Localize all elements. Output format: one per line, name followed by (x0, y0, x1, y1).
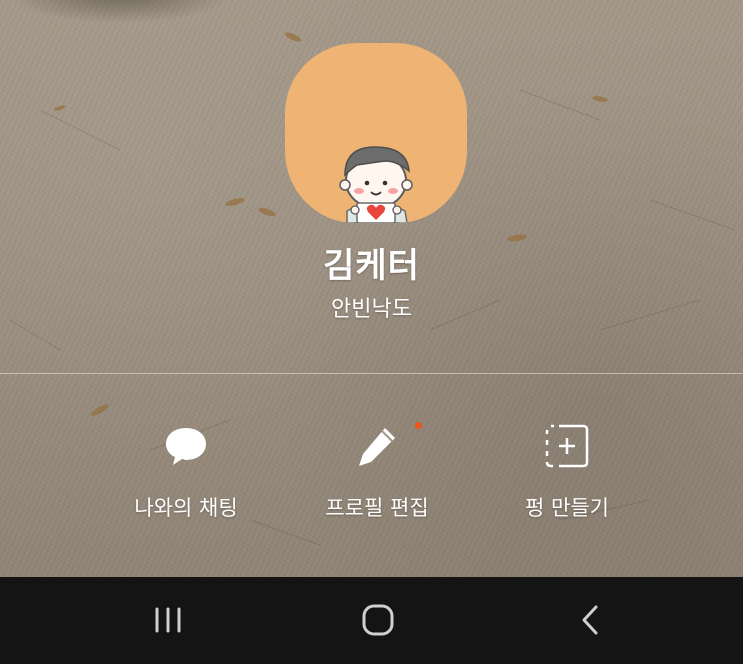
back-icon (582, 605, 598, 635)
edit-profile-label: 프로필 편집 (325, 496, 429, 520)
make-flash-label: 펑 만들기 (525, 496, 609, 520)
home-icon (362, 604, 394, 636)
chat-bubble-icon (166, 428, 206, 465)
new-badge-dot (415, 422, 422, 429)
divider (0, 373, 743, 374)
back-button[interactable] (560, 597, 620, 643)
profile-avatar[interactable] (285, 43, 467, 223)
character-illustration (339, 146, 413, 223)
add-dashed-square-icon (545, 424, 589, 468)
home-button[interactable] (348, 597, 408, 643)
edit-profile-button[interactable]: 프로필 편집 (297, 420, 457, 530)
make-flash-button[interactable]: 펑 만들기 (487, 420, 647, 530)
profile-name: 김케터 (323, 246, 420, 286)
chat-with-me-button[interactable]: 나와의 채팅 (106, 420, 266, 530)
profile-status-message: 안빈낙도 (331, 297, 412, 322)
pencil-icon (359, 428, 395, 466)
system-navigation-bar (0, 577, 743, 664)
chat-with-me-label: 나와의 채팅 (134, 496, 238, 520)
recent-apps-button[interactable] (139, 597, 199, 643)
recent-apps-icon (155, 607, 181, 633)
